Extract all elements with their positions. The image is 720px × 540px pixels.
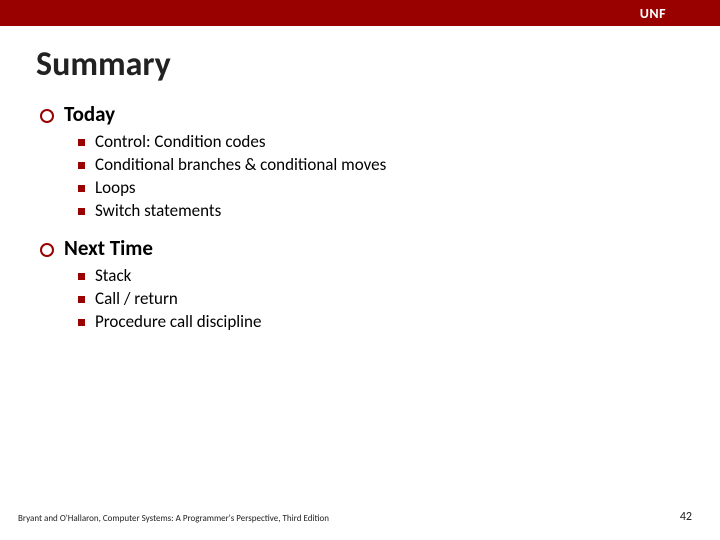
item-text: Switch statements bbox=[95, 200, 221, 221]
square-bullet-icon bbox=[78, 273, 85, 280]
page-number: 42 bbox=[680, 510, 692, 524]
section-title: Today bbox=[64, 101, 115, 127]
list-item: Procedure call discipline bbox=[78, 311, 720, 332]
org-label: UNF bbox=[640, 5, 666, 22]
section-heading: Next Time bbox=[40, 235, 720, 261]
circle-bullet-icon bbox=[40, 109, 54, 123]
circle-bullet-icon bbox=[40, 243, 54, 257]
top-bar: UNF bbox=[0, 0, 720, 26]
item-list: Stack Call / return Procedure call disci… bbox=[78, 265, 720, 332]
item-list: Control: Condition codes Conditional bra… bbox=[78, 131, 720, 221]
footer-text: Bryant and O'Hallaron, Computer Systems:… bbox=[18, 513, 329, 524]
item-text: Call / return bbox=[95, 288, 178, 309]
item-text: Control: Condition codes bbox=[95, 131, 265, 152]
square-bullet-icon bbox=[78, 185, 85, 192]
slide-title: Summary bbox=[36, 44, 720, 85]
square-bullet-icon bbox=[78, 139, 85, 146]
list-item: Switch statements bbox=[78, 200, 720, 221]
item-text: Stack bbox=[95, 265, 131, 286]
square-bullet-icon bbox=[78, 296, 85, 303]
item-text: Conditional branches & conditional moves bbox=[95, 154, 386, 175]
list-item: Control: Condition codes bbox=[78, 131, 720, 152]
list-item: Conditional branches & conditional moves bbox=[78, 154, 720, 175]
square-bullet-icon bbox=[78, 319, 85, 326]
section-title: Next Time bbox=[64, 235, 153, 261]
item-text: Procedure call discipline bbox=[95, 311, 261, 332]
slide: UNF Summary Today Control: Condition cod… bbox=[0, 0, 720, 540]
list-item: Loops bbox=[78, 177, 720, 198]
square-bullet-icon bbox=[78, 208, 85, 215]
item-text: Loops bbox=[95, 177, 136, 198]
slide-content: Today Control: Condition codes Condition… bbox=[40, 101, 720, 332]
list-item: Call / return bbox=[78, 288, 720, 309]
square-bullet-icon bbox=[78, 162, 85, 169]
section-heading: Today bbox=[40, 101, 720, 127]
list-item: Stack bbox=[78, 265, 720, 286]
